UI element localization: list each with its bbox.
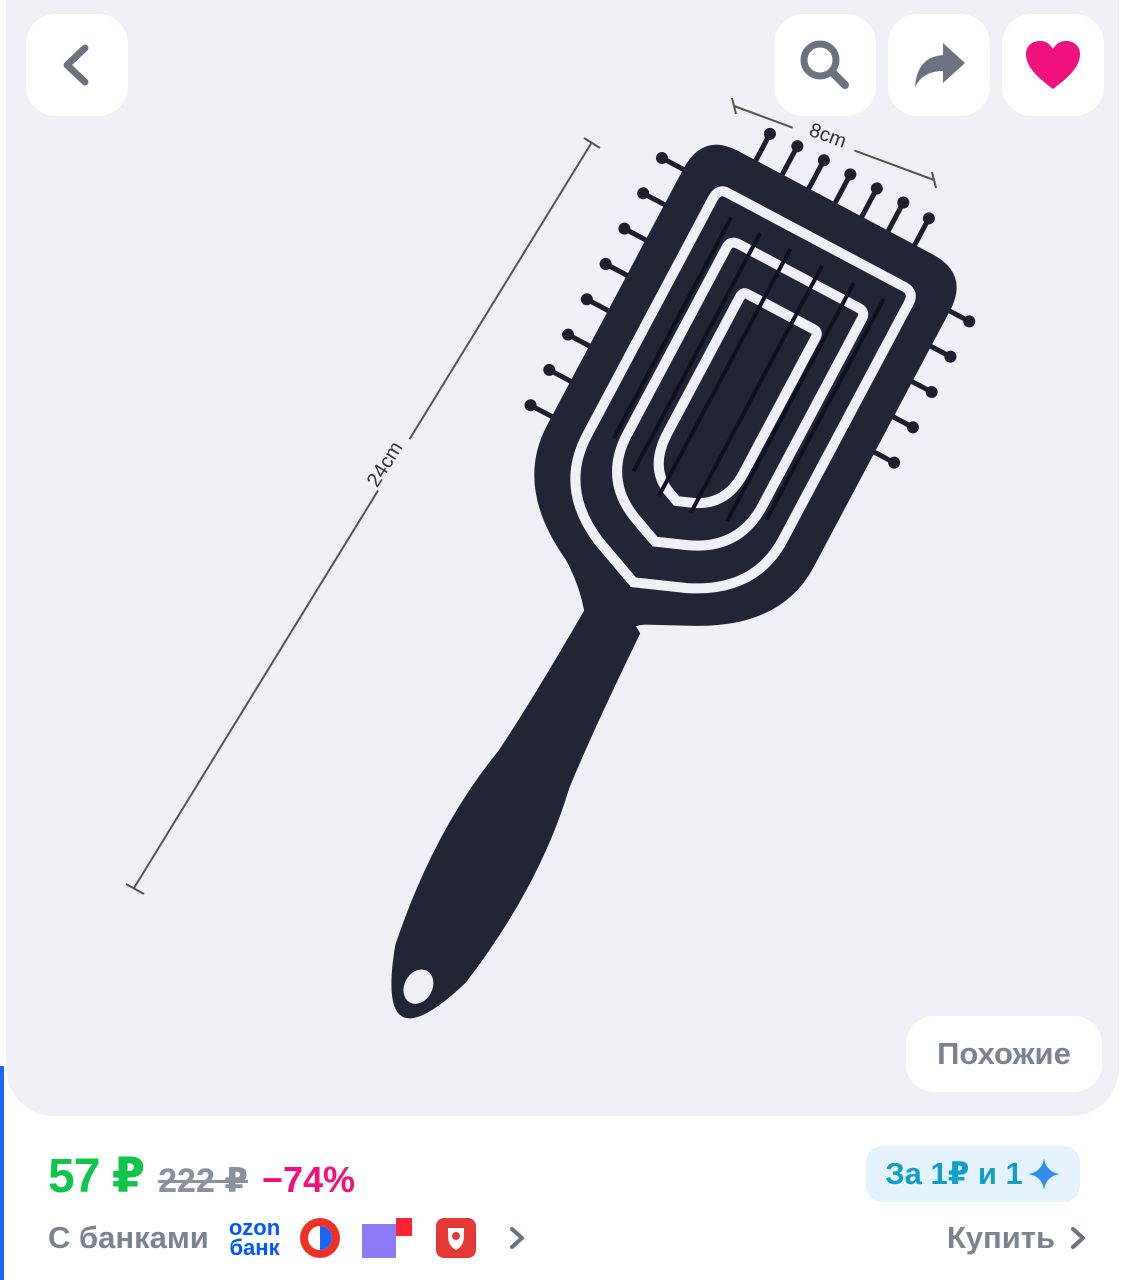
ozon-bank-logo: ozon банк xyxy=(229,1217,280,1260)
favorite-button[interactable] xyxy=(1002,14,1104,116)
discount-percent: −74% xyxy=(261,1159,356,1200)
ozon-bank-logo-line2: банк xyxy=(229,1235,280,1260)
bank-offers-row[interactable]: С банками ozon банк xyxy=(48,1212,526,1264)
edge-accent xyxy=(0,1066,4,1280)
sparkle-icon xyxy=(1027,1158,1060,1190)
current-price: 57 ₽ xyxy=(48,1150,145,1203)
similar-products-button[interactable]: Похожие xyxy=(906,1016,1102,1092)
product-gallery[interactable]: 24cm 8cm Похожие xyxy=(6,0,1119,1116)
chevron-right-icon xyxy=(1071,1227,1085,1249)
banks-label: С банками xyxy=(48,1220,209,1255)
share-button[interactable] xyxy=(888,14,990,116)
chevron-right-icon xyxy=(510,1227,525,1249)
bank-logo-red-emblem-icon xyxy=(436,1218,477,1258)
promo-label: За 1₽ и 1 xyxy=(885,1156,1023,1191)
search-button[interactable] xyxy=(774,14,876,116)
product-image-hairbrush: 24cm 8cm xyxy=(125,97,976,1019)
price-block: 57 ₽ 222 ₽ −74% xyxy=(48,1148,355,1208)
buy-link[interactable]: Купить xyxy=(947,1212,1087,1264)
bank-logo-red-circle-icon xyxy=(300,1218,341,1258)
promo-badge[interactable]: За 1₽ и 1 xyxy=(866,1146,1080,1202)
chevron-left-icon xyxy=(63,44,89,86)
bank-logo-purple-square-icon xyxy=(362,1218,413,1258)
search-icon xyxy=(800,40,849,89)
back-button[interactable] xyxy=(26,14,128,116)
buy-label: Купить xyxy=(946,1220,1055,1255)
heart-icon xyxy=(1026,41,1080,89)
share-icon xyxy=(915,43,965,87)
old-price: 222 ₽ xyxy=(158,1162,248,1200)
